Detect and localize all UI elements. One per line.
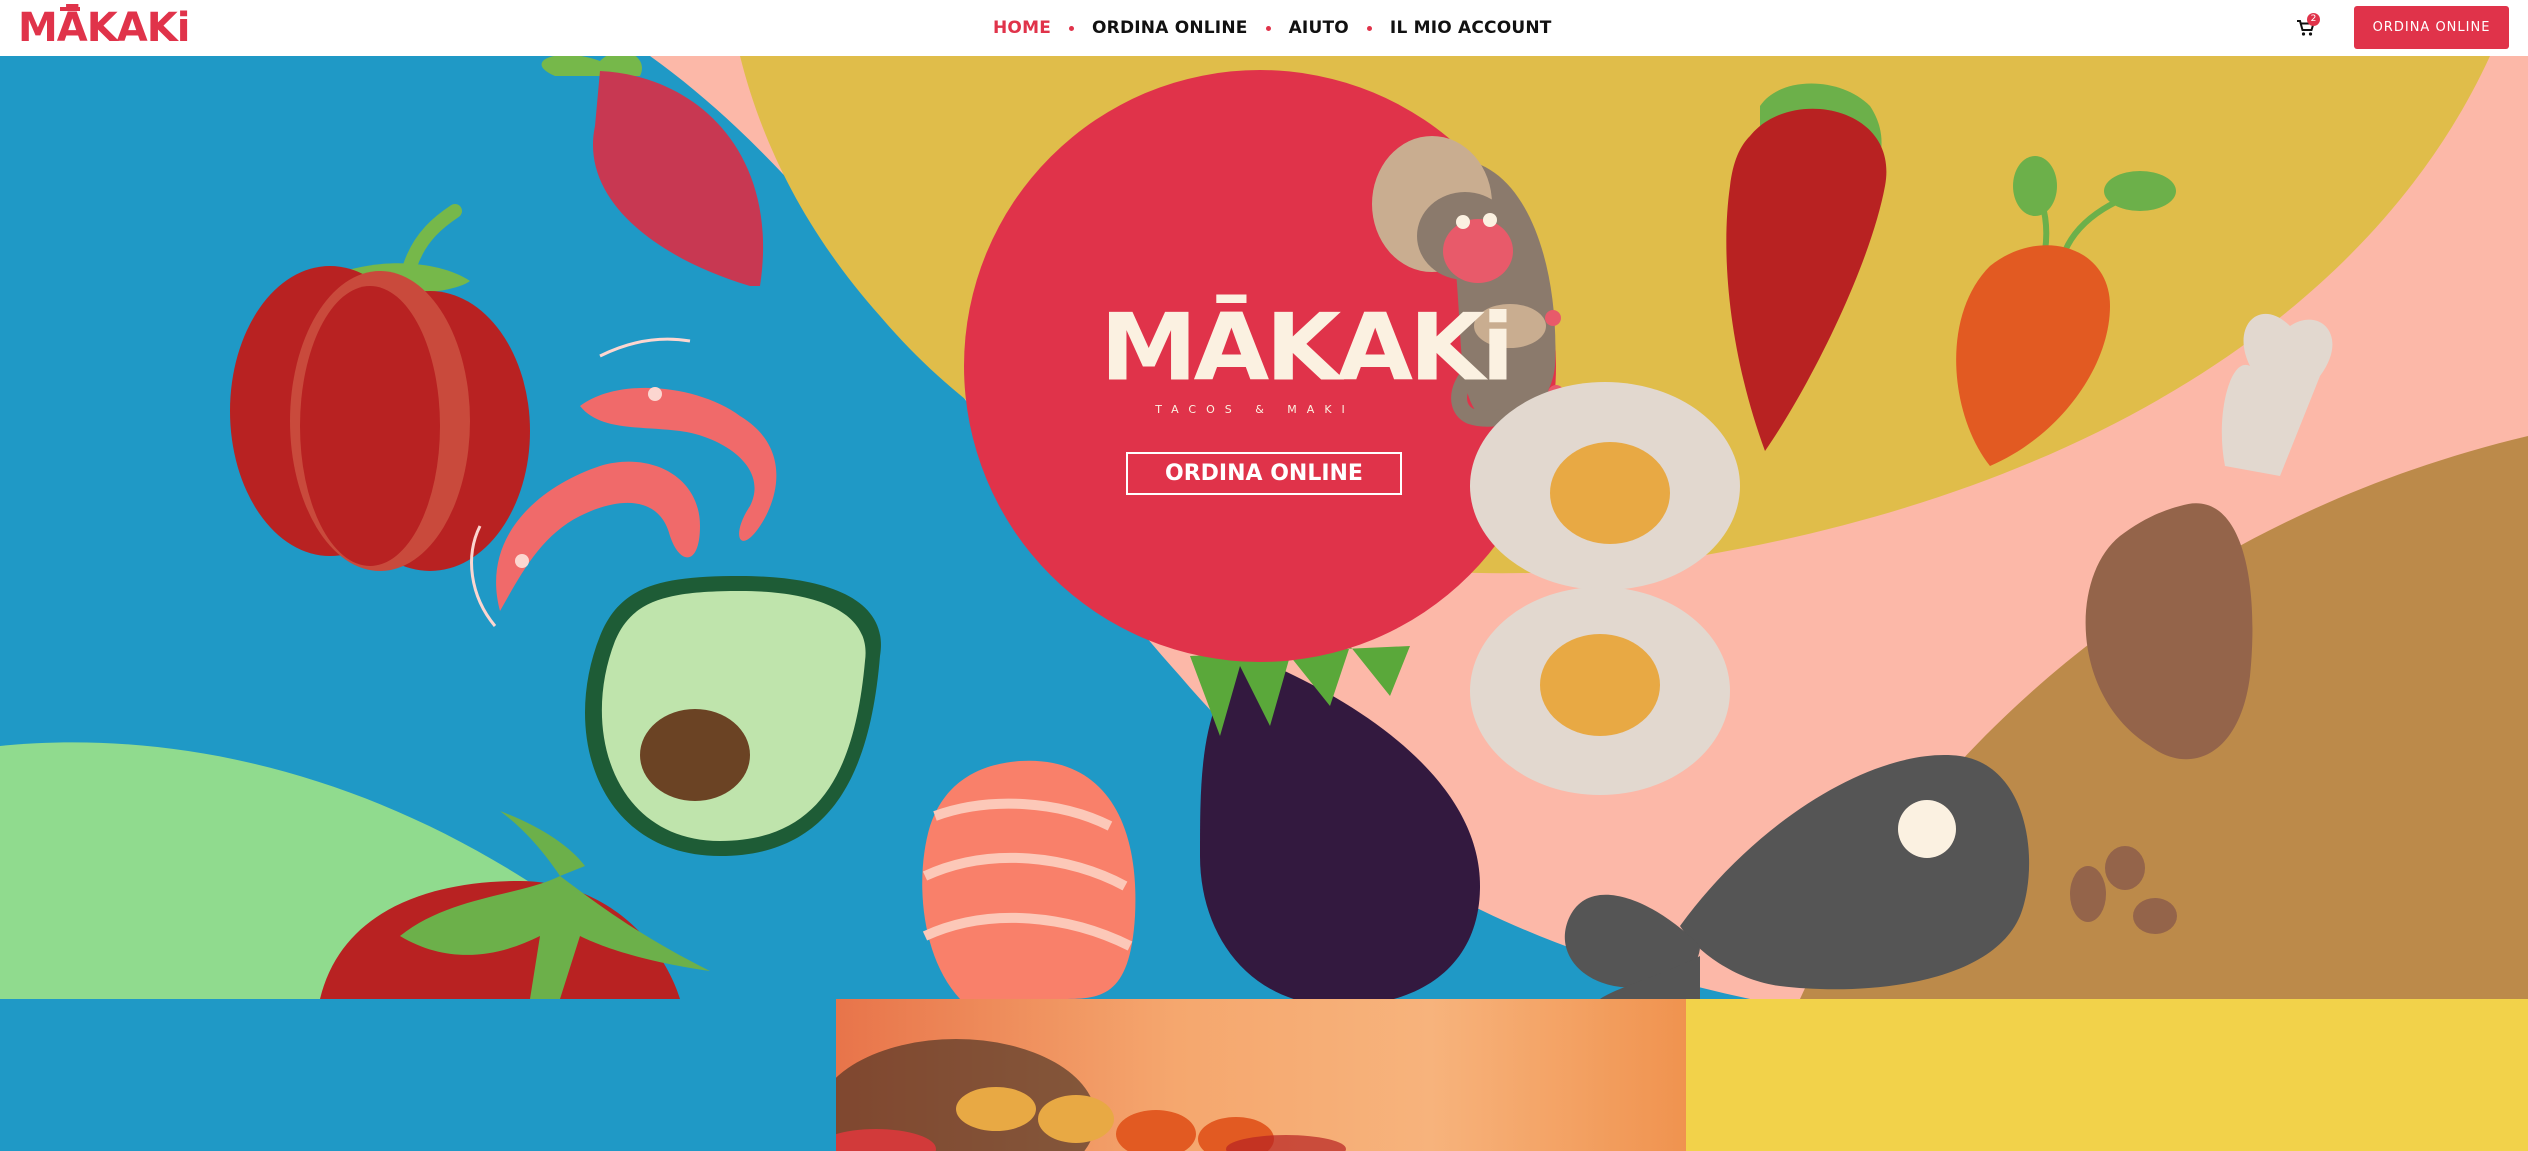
- nav-ordina-online[interactable]: ORDINA ONLINE: [1092, 18, 1248, 38]
- food-photo-illustration: [836, 1039, 1346, 1151]
- section-blue-panel: [0, 999, 836, 1151]
- nav-aiuto[interactable]: AIUTO: [1289, 18, 1349, 38]
- section-yellow-panel: [1686, 999, 2528, 1151]
- cart-count-badge: 2: [2307, 13, 2320, 26]
- nav-separator: [1265, 25, 1271, 31]
- nav-separator: [1366, 25, 1372, 31]
- site-logo[interactable]: MĀKAKi: [18, 6, 190, 50]
- main-nav: HOME ORDINA ONLINE AIUTO IL MIO ACCOUNT: [993, 16, 1552, 40]
- section-food-photo: [836, 999, 1686, 1151]
- order-online-button[interactable]: ORDINA ONLINE: [2354, 6, 2509, 49]
- salmon-illustration: [922, 760, 1136, 999]
- nav-separator: [1069, 25, 1075, 31]
- hero-order-online-button[interactable]: ORDINA ONLINE: [1126, 452, 1402, 495]
- site-header: MĀKAKi HOME ORDINA ONLINE AIUTO IL MIO A…: [0, 0, 2528, 56]
- nav-il-mio-account[interactable]: IL MIO ACCOUNT: [1390, 18, 1552, 38]
- hero-brand: MĀKAKi: [1100, 293, 1515, 403]
- nav-home[interactable]: HOME: [993, 18, 1051, 38]
- hero-banner: MĀKAKi TACOS & MAKI ORDINA ONLINE: [0, 56, 2528, 999]
- hero-brand-block: MĀKAKi TACOS & MAKI: [1100, 293, 1515, 416]
- hero-illustration: [0, 56, 2528, 999]
- hero-tagline: TACOS & MAKI: [1155, 403, 1355, 416]
